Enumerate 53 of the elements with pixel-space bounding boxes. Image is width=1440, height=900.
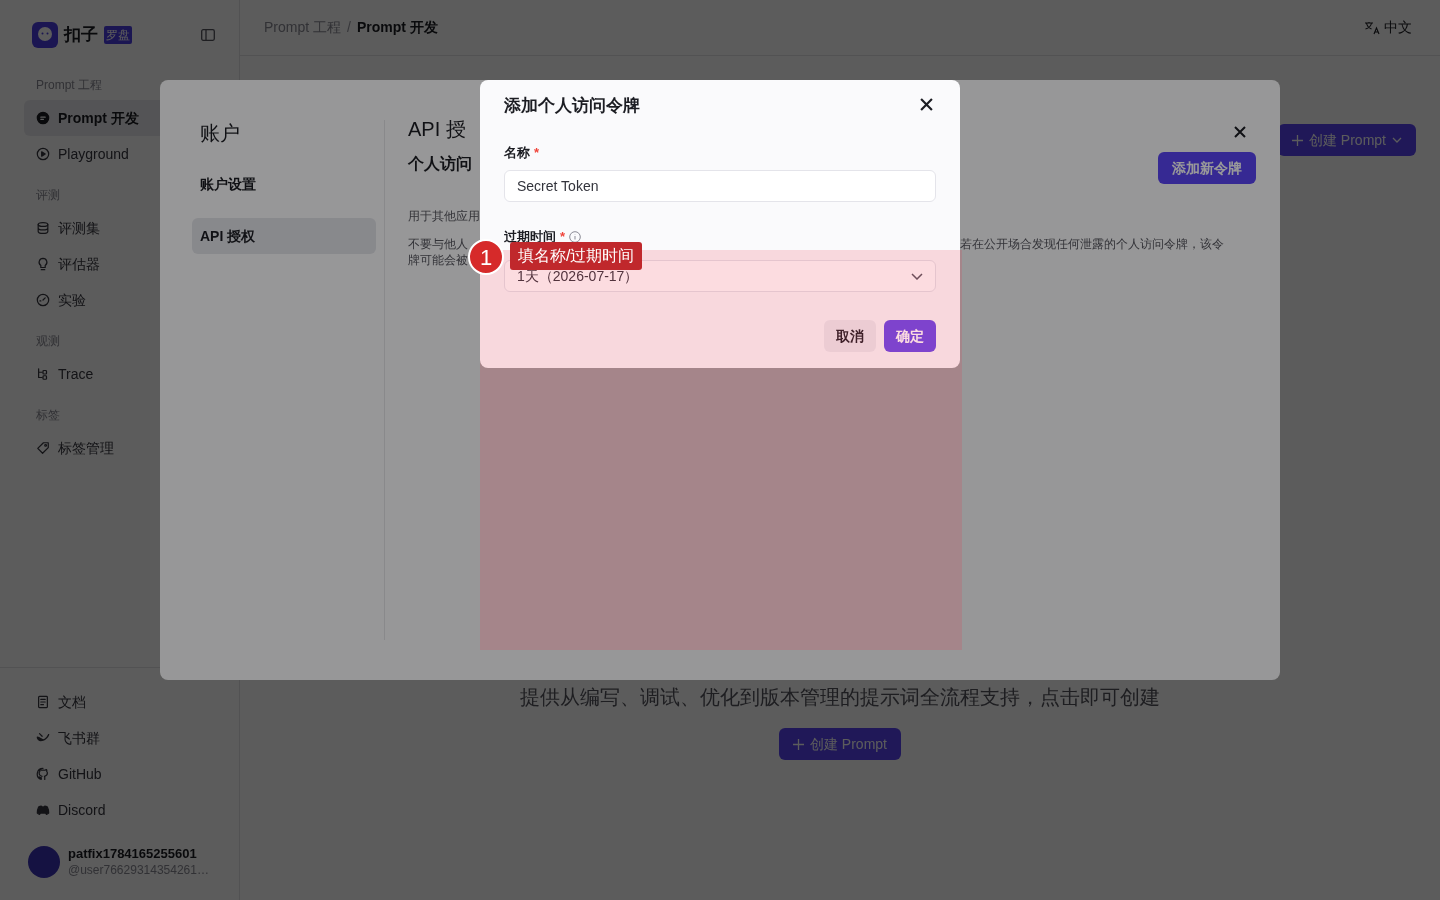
sidebar-link[interactable]: GitHub: [24, 756, 114, 792]
chat-bubble-icon: [36, 111, 50, 125]
field-label: 名称: [504, 144, 530, 162]
logo-icon: [32, 22, 58, 48]
warning-text: 若在公开场合发现任何泄露的个人访问令牌，该令: [960, 236, 1225, 252]
empty-state-text: 提供从编写、调试、优化到版本管理的提示词全流程支持，点击即可创建: [520, 685, 1160, 710]
warning-text: 牌可能会被: [408, 252, 469, 268]
user-name: patfix1784165255601: [68, 846, 198, 862]
game-controller-icon: [36, 803, 50, 817]
plus-icon: [793, 738, 804, 750]
breadcrumb-item: Prompt 开发: [356, 18, 438, 37]
required-mark: *: [534, 144, 540, 162]
sidebar-link[interactable]: 飞书群: [24, 720, 112, 756]
language-menu[interactable]: 中文: [1364, 17, 1412, 38]
translate-icon: [1364, 20, 1380, 35]
section-subheading: 个人访问: [408, 154, 473, 174]
breadcrumb-separator: /: [347, 18, 351, 37]
database-icon: [36, 221, 50, 235]
close-icon: [920, 98, 933, 111]
add-token-button[interactable]: 添加新令牌: [1158, 152, 1256, 184]
caret-icon: [1392, 137, 1402, 143]
warning-text: 不要与他人: [408, 236, 469, 252]
confirm-button[interactable]: 确定: [884, 320, 936, 352]
sidebar-item[interactable]: Trace: [24, 356, 227, 392]
section-heading: API 授: [408, 117, 467, 142]
annotation-label: 填名称/过期时间: [510, 242, 643, 270]
github-icon: [36, 767, 50, 781]
sidebar-item[interactable]: 标签管理: [24, 430, 227, 466]
tag-icon: [36, 441, 50, 455]
sidebar-link[interactable]: Discord: [24, 792, 118, 828]
document-icon: [36, 695, 50, 709]
logo-badge: 罗盘: [104, 26, 132, 44]
create-prompt-button[interactable]: 创建 Prompt: [779, 728, 901, 760]
sidebar-item[interactable]: 实验: [24, 282, 227, 318]
sidebar-link[interactable]: 文档: [24, 684, 98, 720]
chevron-down-icon: [911, 272, 923, 280]
info-icon: [569, 231, 582, 243]
cancel-button[interactable]: 取消: [824, 320, 876, 352]
gauge-icon: [36, 293, 50, 307]
avatar: [28, 846, 60, 878]
hierarchy-icon: [36, 367, 50, 381]
settings-menu-item[interactable]: API 授权: [192, 218, 376, 254]
bulb-icon: [36, 257, 50, 271]
play-circle-icon: [36, 147, 50, 161]
dialog-title: 添加个人访问令牌: [504, 95, 640, 117]
close-icon: [1234, 126, 1246, 138]
name-input-field[interactable]: Secret Token: [504, 170, 936, 202]
description-text: 用于其他应用: [408, 208, 480, 224]
plus-icon: [1292, 134, 1303, 146]
create-prompt-button[interactable]: 创建 Prompt: [1278, 124, 1416, 156]
settings-menu-item[interactable]: 账户设置: [192, 166, 376, 202]
logo-text: 扣子: [64, 24, 98, 47]
sidebar-toggle-icon[interactable]: [201, 29, 215, 41]
